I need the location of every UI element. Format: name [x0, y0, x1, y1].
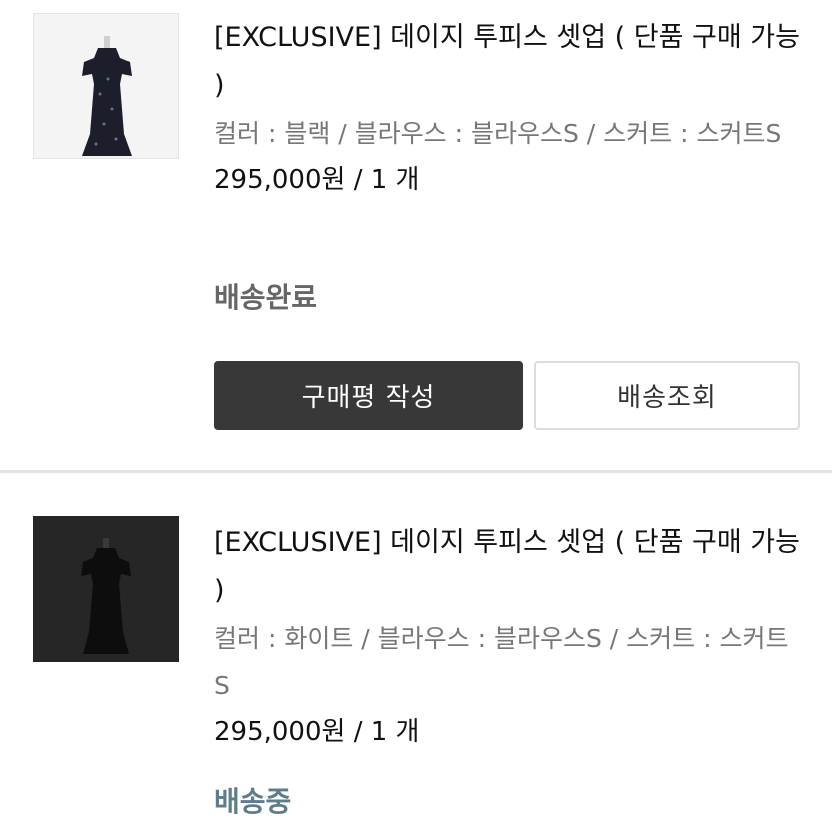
dress-image-icon	[33, 516, 179, 662]
product-thumbnail[interactable]	[33, 516, 179, 662]
product-thumbnail[interactable]	[33, 13, 179, 159]
order-item: [EXCLUSIVE] 데이지 투피스 셋업 ( 단품 구매 가능 ) 컬러 :…	[0, 474, 832, 832]
product-title[interactable]: [EXCLUSIVE] 데이지 투피스 셋업 ( 단품 구매 가능 )	[214, 519, 804, 615]
order-divider	[0, 470, 832, 473]
dress-image-icon	[34, 14, 178, 158]
delivery-status: 배송완료	[214, 281, 318, 314]
product-option: 컬러 : 블랙 / 블라우스 : 블라우스S / 스커트 : 스커트S	[214, 119, 782, 148]
product-price: 295,000원 / 1 개	[214, 165, 420, 195]
order-info: [EXCLUSIVE] 데이지 투피스 셋업 ( 단품 구매 가능 ) 컬러 :…	[214, 519, 804, 755]
product-title[interactable]: [EXCLUSIVE] 데이지 투피스 셋업 ( 단품 구매 가능 )	[214, 14, 804, 110]
delivery-status: 배송중	[214, 785, 292, 818]
order-info: [EXCLUSIVE] 데이지 투피스 셋업 ( 단품 구매 가능 ) 컬러 :…	[214, 14, 804, 203]
order-item: [EXCLUSIVE] 데이지 투피스 셋업 ( 단품 구매 가능 ) 컬러 :…	[0, 0, 832, 470]
product-price: 295,000원 / 1 개	[214, 717, 420, 747]
track-delivery-button[interactable]: 배송조회	[534, 361, 800, 430]
product-option: 컬러 : 화이트 / 블라우스 : 블라우스S / 스커트 : 스커트S	[214, 624, 789, 700]
write-review-button[interactable]: 구매평 작성	[214, 361, 523, 430]
